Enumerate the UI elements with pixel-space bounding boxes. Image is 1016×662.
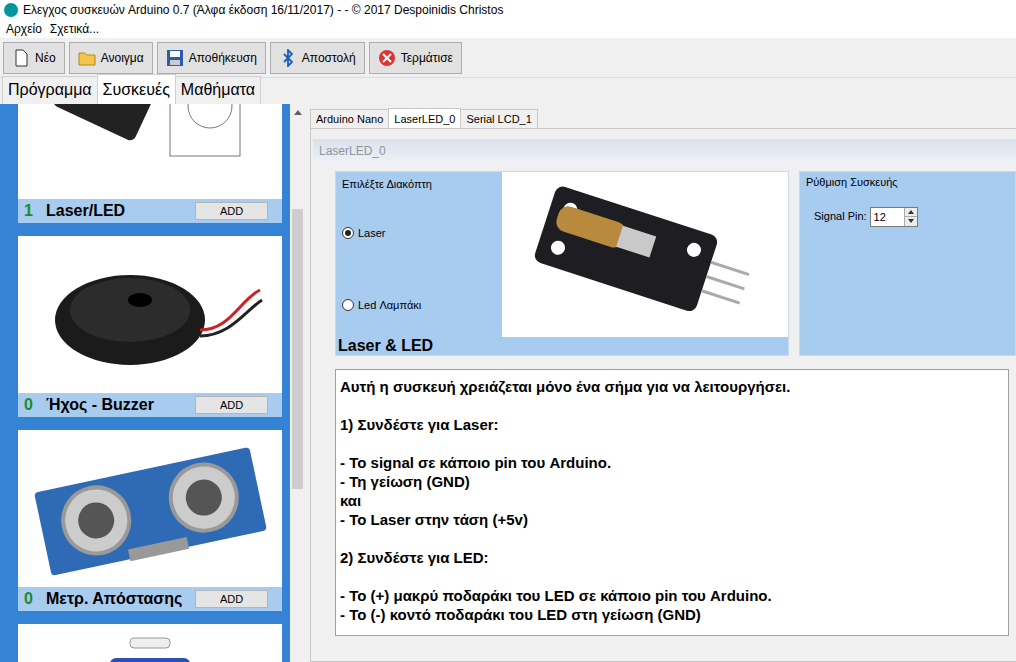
pin-spinner[interactable]: 12	[870, 207, 918, 227]
toolbar-button[interactable]: Νέο	[3, 42, 65, 74]
instruction-line: - Το (-) κοντό ποδαράκι του LED στη γείω…	[340, 605, 1004, 624]
switch-title: Επιλέξτε Διακόπτη	[342, 176, 496, 193]
radio-button[interactable]	[342, 227, 354, 239]
add-button[interactable]: ADD	[195, 396, 268, 414]
radio-option[interactable]: Laser	[342, 225, 496, 242]
menu-bar: Αρχείο Σχετικά...	[0, 20, 1016, 38]
device-photo	[502, 172, 788, 337]
settings-group: Ρύθμιση Συσκευής Signal Pin: 12	[799, 171, 1016, 356]
instruction-line: 1) Συνδέστε για Laser:	[340, 415, 1004, 434]
radio-label: Led Λαμπάκι	[358, 297, 421, 314]
device-count: 1	[24, 199, 46, 223]
instruction-paragraph: - Το (+) μακρύ ποδαράκι του LED σε κάποι…	[340, 586, 1004, 624]
device-card: 1Laser/LEDADD	[18, 104, 282, 223]
instructions-box: Αυτή η συσκευή χρειάζεται μόνο ένα σήμα …	[335, 369, 1009, 636]
main-tab[interactable]: Μαθήματα	[175, 76, 261, 104]
button-label: Αποστολή	[302, 49, 356, 67]
main-tab[interactable]: Συσκευές	[97, 74, 176, 104]
device-panel: LaserLED_0 Επιλέξτε Διακόπτη Laser Led Λα…	[310, 128, 1016, 662]
instruction-line: 2) Συνδέστε για LED:	[340, 548, 1004, 567]
device-list: 1Laser/LEDADD0Ήχος - BuzzerADD0Μετρ. Από…	[0, 104, 290, 662]
instruction-paragraph: Αυτή η συσκευή χρειάζεται μόνο ένα σήμα …	[340, 377, 1004, 396]
device-name: Laser/LED	[46, 199, 195, 223]
folder-icon	[78, 49, 96, 67]
window-title: Ελεγχος συσκευών Arduino 0.7 (Άλφα έκδοσ…	[23, 1, 503, 19]
device-photo	[18, 236, 282, 393]
device-tabs: Arduino NanoLaserLED_0Serial LCD_1	[310, 110, 1016, 128]
radio-label: Laser	[358, 225, 386, 242]
radio-button[interactable]	[342, 299, 354, 311]
down-arrow-icon[interactable]	[905, 216, 917, 226]
pin-label: Signal Pin:	[814, 208, 867, 225]
pin-value[interactable]: 12	[871, 208, 904, 226]
device-card	[18, 624, 282, 662]
device-tab[interactable]: Arduino Nano	[310, 109, 389, 129]
menu-item[interactable]: Αρχείο	[6, 20, 42, 38]
instruction-line: - Το signal σε κάποιο pin του Arduino.	[340, 453, 1004, 472]
toolbar-button[interactable]: Ανοιγμα	[69, 42, 153, 74]
device-tab[interactable]: LaserLED_0	[388, 108, 461, 129]
button-label: Νέο	[35, 49, 56, 67]
up-arrow-icon[interactable]	[905, 208, 917, 217]
toolbar-button[interactable]: Αποστολή	[270, 42, 365, 74]
button-label: Τερμάτισε	[401, 49, 453, 67]
instruction-line: και	[340, 491, 1004, 510]
toolbar-button[interactable]: Τερμάτισε	[369, 42, 462, 74]
app-icon	[4, 3, 18, 17]
toolbar: Νέο Ανοιγμα Αποθήκευση Αποστολή Τερμάτισε	[0, 38, 1016, 78]
device-count: 0	[24, 587, 46, 611]
instruction-paragraph: 2) Συνδέστε για LED:	[340, 548, 1004, 567]
instruction-line: - Το (+) μακρύ ποδαράκι του LED σε κάποι…	[340, 586, 1004, 605]
toolbar-button[interactable]: Αποθήκευση	[157, 42, 266, 74]
device-count: 0	[24, 393, 46, 417]
device-photo	[18, 430, 282, 587]
add-button[interactable]: ADD	[195, 590, 268, 608]
main-tab[interactable]: Πρόγραμμα	[2, 76, 98, 104]
instruction-line: - Το Laser στην τάση (+5v)	[340, 510, 1004, 529]
device-photo	[18, 624, 282, 662]
device-card: 0Μετρ. ΑπόστασηςADD	[18, 430, 282, 611]
title-bar: Ελεγχος συσκευών Arduino 0.7 (Άλφα έκδοσ…	[0, 0, 1016, 20]
device-label: Laser & LED	[336, 337, 788, 355]
instruction-paragraph: 1) Συνδέστε για Laser:	[340, 415, 1004, 434]
instruction-line: - Τη γείωση (GND)	[340, 472, 1004, 491]
instruction-line: Αυτή η συσκευή χρειάζεται μόνο ένα σήμα …	[340, 377, 1004, 396]
device-photo	[18, 104, 282, 199]
button-label: Ανοιγμα	[101, 49, 144, 67]
menu-item[interactable]: Σχετικά...	[50, 20, 99, 38]
radio-option[interactable]: Led Λαμπάκι	[342, 297, 496, 314]
settings-title: Ρύθμιση Συσκευής	[806, 174, 1009, 191]
device-name: Ήχος - Buzzer	[46, 393, 195, 417]
save-icon	[166, 49, 184, 67]
device-name: Μετρ. Απόστασης	[46, 587, 195, 611]
stop-icon	[378, 49, 396, 67]
device-tab[interactable]: Serial LCD_1	[460, 109, 537, 129]
device-card: 0Ήχος - BuzzerADD	[18, 236, 282, 417]
instruction-paragraph: - Το signal σε κάποιο pin του Arduino.- …	[340, 453, 1004, 529]
new-file-icon	[12, 49, 30, 67]
button-label: Αποθήκευση	[189, 49, 257, 67]
scrollbar[interactable]	[290, 104, 305, 662]
switch-group: Επιλέξτε Διακόπτη Laser Led Λαμπάκι Laser…	[335, 171, 789, 356]
panel-title: LaserLED_0	[313, 139, 1016, 163]
bluetooth-icon	[279, 49, 297, 67]
add-button[interactable]: ADD	[195, 202, 268, 220]
main-tabs: ΠρόγραμμαΣυσκευέςΜαθήματα	[0, 78, 1016, 104]
scroll-thumb[interactable]	[292, 209, 303, 489]
